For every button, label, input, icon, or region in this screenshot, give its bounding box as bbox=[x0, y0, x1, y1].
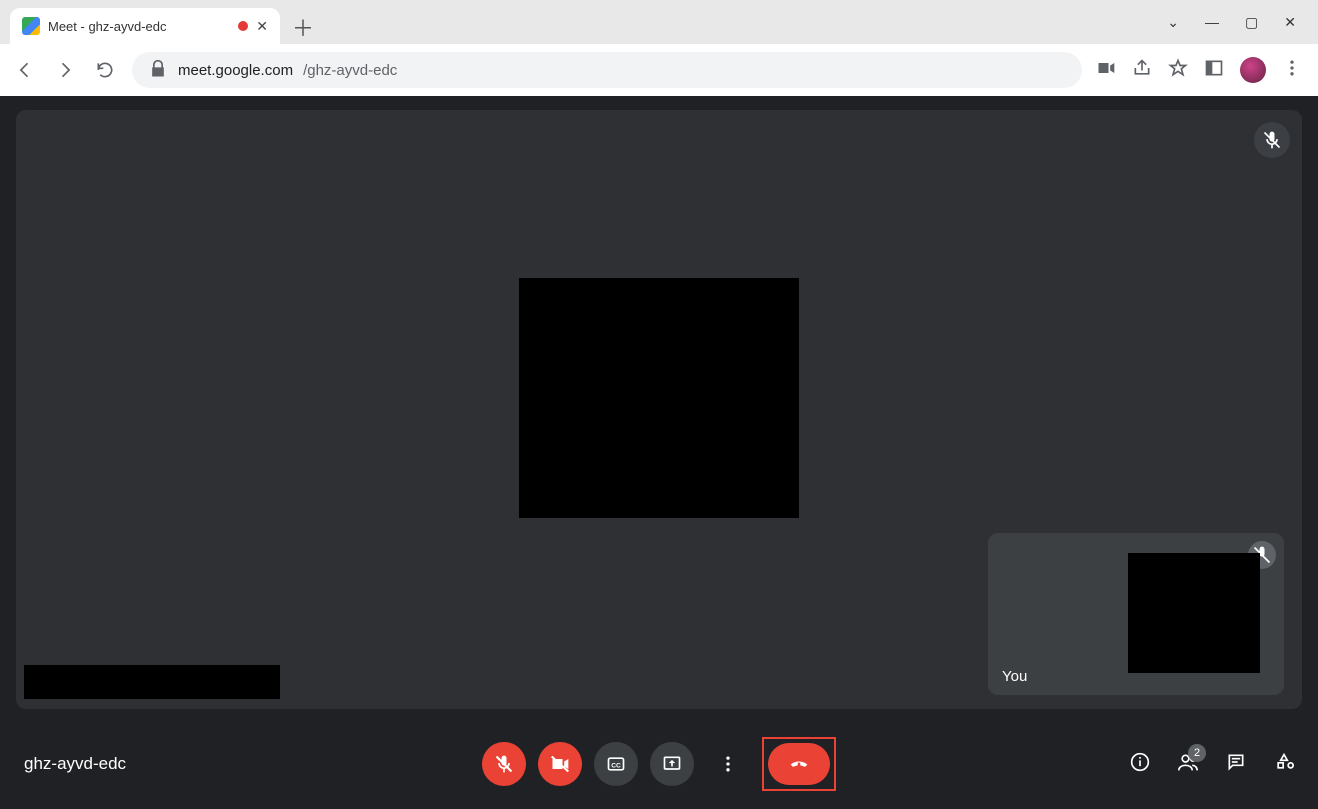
address-bar[interactable]: meet.google.com/ghz-ayvd-edc bbox=[132, 52, 1082, 88]
chat-panel-button[interactable] bbox=[1226, 752, 1246, 777]
meet-favicon-icon bbox=[22, 17, 40, 35]
lock-icon bbox=[148, 59, 168, 82]
activities-button[interactable] bbox=[1274, 752, 1294, 777]
participants-count-badge: 2 bbox=[1188, 744, 1206, 762]
window-controls: ⌄ — ▢ ✕ bbox=[1145, 0, 1318, 44]
camera-permission-icon[interactable] bbox=[1096, 58, 1116, 83]
toolbar-right bbox=[1096, 57, 1302, 83]
chrome-menu-button[interactable] bbox=[1282, 58, 1302, 83]
present-screen-button[interactable] bbox=[650, 742, 694, 786]
participant-name-area bbox=[24, 665, 280, 699]
forward-button[interactable] bbox=[52, 57, 78, 83]
browser-tab[interactable]: Meet - ghz-ayvd-edc ✕ bbox=[10, 8, 280, 44]
recording-indicator-icon bbox=[238, 21, 248, 31]
reload-button[interactable] bbox=[92, 57, 118, 83]
leave-call-highlight bbox=[762, 737, 836, 791]
svg-text:CC: CC bbox=[611, 762, 621, 769]
self-view-tile[interactable]: You bbox=[988, 533, 1284, 695]
meeting-details-button[interactable] bbox=[1130, 752, 1150, 777]
leave-call-button[interactable] bbox=[768, 743, 830, 785]
url-host: meet.google.com bbox=[178, 62, 293, 79]
share-icon[interactable] bbox=[1132, 58, 1152, 83]
meeting-code[interactable]: ghz-ayvd-edc bbox=[24, 754, 126, 774]
url-path: /ghz-ayvd-edc bbox=[303, 62, 397, 79]
self-view-label: You bbox=[1002, 668, 1027, 685]
nav-bar: meet.google.com/ghz-ayvd-edc bbox=[0, 44, 1318, 96]
tab-strip: Meet - ghz-ayvd-edc ✕ ＋ ⌄ — ▢ ✕ bbox=[0, 0, 1318, 44]
maximize-button[interactable]: ▢ bbox=[1245, 14, 1258, 31]
participant-muted-indicator bbox=[1254, 122, 1290, 158]
people-panel-button[interactable]: 2 bbox=[1178, 752, 1198, 777]
call-controls: CC bbox=[482, 737, 836, 791]
tab-title: Meet - ghz-ayvd-edc bbox=[48, 19, 230, 34]
new-tab-button[interactable]: ＋ bbox=[286, 10, 320, 44]
camera-toggle-button[interactable] bbox=[538, 742, 582, 786]
tab-close-button[interactable]: ✕ bbox=[256, 18, 268, 35]
meet-bottom-bar: ghz-ayvd-edc CC bbox=[0, 719, 1318, 809]
meet-body: You ghz-ayvd-edc CC bbox=[0, 96, 1318, 809]
profile-avatar[interactable] bbox=[1240, 57, 1266, 83]
chevron-down-icon[interactable]: ⌄ bbox=[1167, 14, 1179, 31]
close-window-button[interactable]: ✕ bbox=[1284, 14, 1296, 31]
microphone-toggle-button[interactable] bbox=[482, 742, 526, 786]
side-panel-icon[interactable] bbox=[1204, 58, 1224, 83]
participant-video-placeholder bbox=[519, 278, 799, 518]
captions-button[interactable]: CC bbox=[594, 742, 638, 786]
minimize-button[interactable]: — bbox=[1205, 14, 1219, 30]
self-video-placeholder bbox=[1128, 553, 1260, 673]
more-options-button[interactable] bbox=[706, 742, 750, 786]
right-panel-buttons: 2 bbox=[1130, 752, 1294, 777]
back-button[interactable] bbox=[12, 57, 38, 83]
bookmark-star-icon[interactable] bbox=[1168, 58, 1188, 83]
